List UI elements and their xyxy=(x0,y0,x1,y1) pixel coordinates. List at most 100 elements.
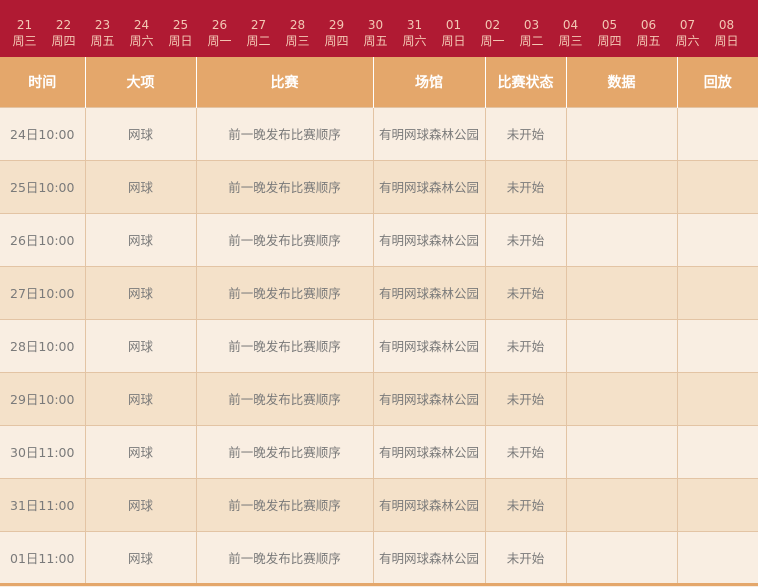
cell-replay[interactable] xyxy=(676,318,758,373)
date-weekday: 周六 xyxy=(675,34,700,48)
date-selector-bar: 21 周三 22 周四 23 周五 24 周六 25 周日 26 周一 27 周二 28 周三 29 周四 30 周五… xyxy=(0,0,758,57)
date-weekday: 周四 xyxy=(324,34,349,48)
cell-venue: 有明网球森林公园 xyxy=(372,530,486,586)
header-sport: 大项 xyxy=(84,57,196,107)
cell-venue: 有明网球森林公园 xyxy=(372,424,486,479)
date-item[interactable]: 26 周一 xyxy=(200,17,239,49)
date-weekday: 周日 xyxy=(441,34,466,48)
date-item[interactable]: 06 周五 xyxy=(629,17,668,49)
cell-venue: 有明网球森林公园 xyxy=(372,159,486,214)
cell-event: 前一晚发布比赛顺序 xyxy=(195,159,374,214)
date-day: 21 xyxy=(16,18,33,32)
date-weekday: 周日 xyxy=(168,34,193,48)
cell-venue: 有明网球森林公园 xyxy=(372,318,486,373)
date-weekday: 周二 xyxy=(519,34,544,48)
date-weekday: 周三 xyxy=(285,34,310,48)
date-day: 31 xyxy=(406,18,423,32)
cell-data[interactable] xyxy=(565,318,678,373)
date-weekday: 周四 xyxy=(597,34,622,48)
cell-sport: 网球 xyxy=(84,530,197,586)
date-weekday: 周六 xyxy=(129,34,154,48)
date-day: 05 xyxy=(601,18,618,32)
cell-status: 未开始 xyxy=(484,318,567,373)
date-weekday: 周五 xyxy=(636,34,661,48)
date-day: 23 xyxy=(94,18,111,32)
cell-time: 26日10:00 xyxy=(0,212,86,267)
date-item[interactable]: 27 周二 xyxy=(239,17,278,49)
cell-data[interactable] xyxy=(565,106,678,161)
cell-data[interactable] xyxy=(565,371,678,426)
date-day: 02 xyxy=(484,18,501,32)
header-venue: 场馆 xyxy=(372,57,485,107)
cell-data[interactable] xyxy=(565,424,678,479)
cell-status: 未开始 xyxy=(484,530,567,586)
date-item[interactable]: 07 周六 xyxy=(668,17,707,49)
table-row: 25日10:00 网球 前一晚发布比赛顺序 有明网球森林公园 未开始 xyxy=(0,159,758,214)
cell-sport: 网球 xyxy=(84,106,197,161)
cell-event: 前一晚发布比赛顺序 xyxy=(195,106,374,161)
cell-time: 31日11:00 xyxy=(0,477,86,532)
table-row: 29日10:00 网球 前一晚发布比赛顺序 有明网球森林公园 未开始 xyxy=(0,371,758,426)
cell-venue: 有明网球森林公园 xyxy=(372,106,486,161)
table-header-row: 时间 大项 比赛 场馆 比赛状态 数据 回放 xyxy=(0,57,758,107)
cell-replay[interactable] xyxy=(676,530,758,586)
date-item[interactable]: 24 周六 xyxy=(122,17,161,49)
date-weekday: 周一 xyxy=(480,34,505,48)
date-item[interactable]: 21 周三 xyxy=(5,17,44,49)
cell-replay[interactable] xyxy=(676,159,758,214)
cell-data[interactable] xyxy=(565,530,678,586)
cell-replay[interactable] xyxy=(676,371,758,426)
header-status: 比赛状态 xyxy=(484,57,566,107)
cell-replay[interactable] xyxy=(676,424,758,479)
table-row: 30日11:00 网球 前一晚发布比赛顺序 有明网球森林公园 未开始 xyxy=(0,424,758,479)
cell-data[interactable] xyxy=(565,159,678,214)
date-item[interactable]: 28 周三 xyxy=(278,17,317,49)
date-item[interactable]: 22 周四 xyxy=(44,17,83,49)
cell-event: 前一晚发布比赛顺序 xyxy=(195,530,374,586)
date-item[interactable]: 08 周日 xyxy=(707,17,746,49)
cell-replay[interactable] xyxy=(676,106,758,161)
date-item[interactable]: 04 周三 xyxy=(551,17,590,49)
cell-status: 未开始 xyxy=(484,212,567,267)
date-day: 26 xyxy=(211,18,228,32)
cell-data[interactable] xyxy=(565,477,678,532)
cell-replay[interactable] xyxy=(676,477,758,532)
date-day: 22 xyxy=(55,18,72,32)
date-item[interactable]: 29 周四 xyxy=(317,17,356,49)
date-item[interactable]: 03 周二 xyxy=(512,17,551,49)
cell-time: 27日10:00 xyxy=(0,265,86,320)
date-day: 29 xyxy=(328,18,345,32)
date-weekday: 周三 xyxy=(558,34,583,48)
date-day: 27 xyxy=(250,18,267,32)
table-row: 01日11:00 网球 前一晚发布比赛顺序 有明网球森林公园 未开始 xyxy=(0,530,758,586)
date-item[interactable]: 01 周日 xyxy=(434,17,473,49)
date-item[interactable]: 25 周日 xyxy=(161,17,200,49)
header-data: 数据 xyxy=(565,57,677,107)
date-weekday: 周六 xyxy=(402,34,427,48)
cell-sport: 网球 xyxy=(84,212,197,267)
cell-data[interactable] xyxy=(565,265,678,320)
cell-sport: 网球 xyxy=(84,265,197,320)
cell-time: 24日10:00 xyxy=(0,106,86,161)
cell-time: 29日10:00 xyxy=(0,371,86,426)
table-row: 24日10:00 网球 前一晚发布比赛顺序 有明网球森林公园 未开始 xyxy=(0,106,758,161)
date-item[interactable]: 31 周六 xyxy=(395,17,434,49)
cell-time: 01日11:00 xyxy=(0,530,86,586)
cell-sport: 网球 xyxy=(84,477,197,532)
cell-event: 前一晚发布比赛顺序 xyxy=(195,318,374,373)
header-event: 比赛 xyxy=(195,57,373,107)
cell-venue: 有明网球森林公园 xyxy=(372,371,486,426)
date-item[interactable]: 30 周五 xyxy=(356,17,395,49)
cell-status: 未开始 xyxy=(484,424,567,479)
cell-data[interactable] xyxy=(565,212,678,267)
date-item[interactable]: 05 周四 xyxy=(590,17,629,49)
cell-status: 未开始 xyxy=(484,265,567,320)
date-day: 30 xyxy=(367,18,384,32)
cell-event: 前一晚发布比赛顺序 xyxy=(195,212,374,267)
cell-replay[interactable] xyxy=(676,212,758,267)
cell-event: 前一晚发布比赛顺序 xyxy=(195,371,374,426)
date-item[interactable]: 23 周五 xyxy=(83,17,122,49)
cell-replay[interactable] xyxy=(676,265,758,320)
date-day: 25 xyxy=(172,18,189,32)
date-item[interactable]: 02 周一 xyxy=(473,17,512,49)
